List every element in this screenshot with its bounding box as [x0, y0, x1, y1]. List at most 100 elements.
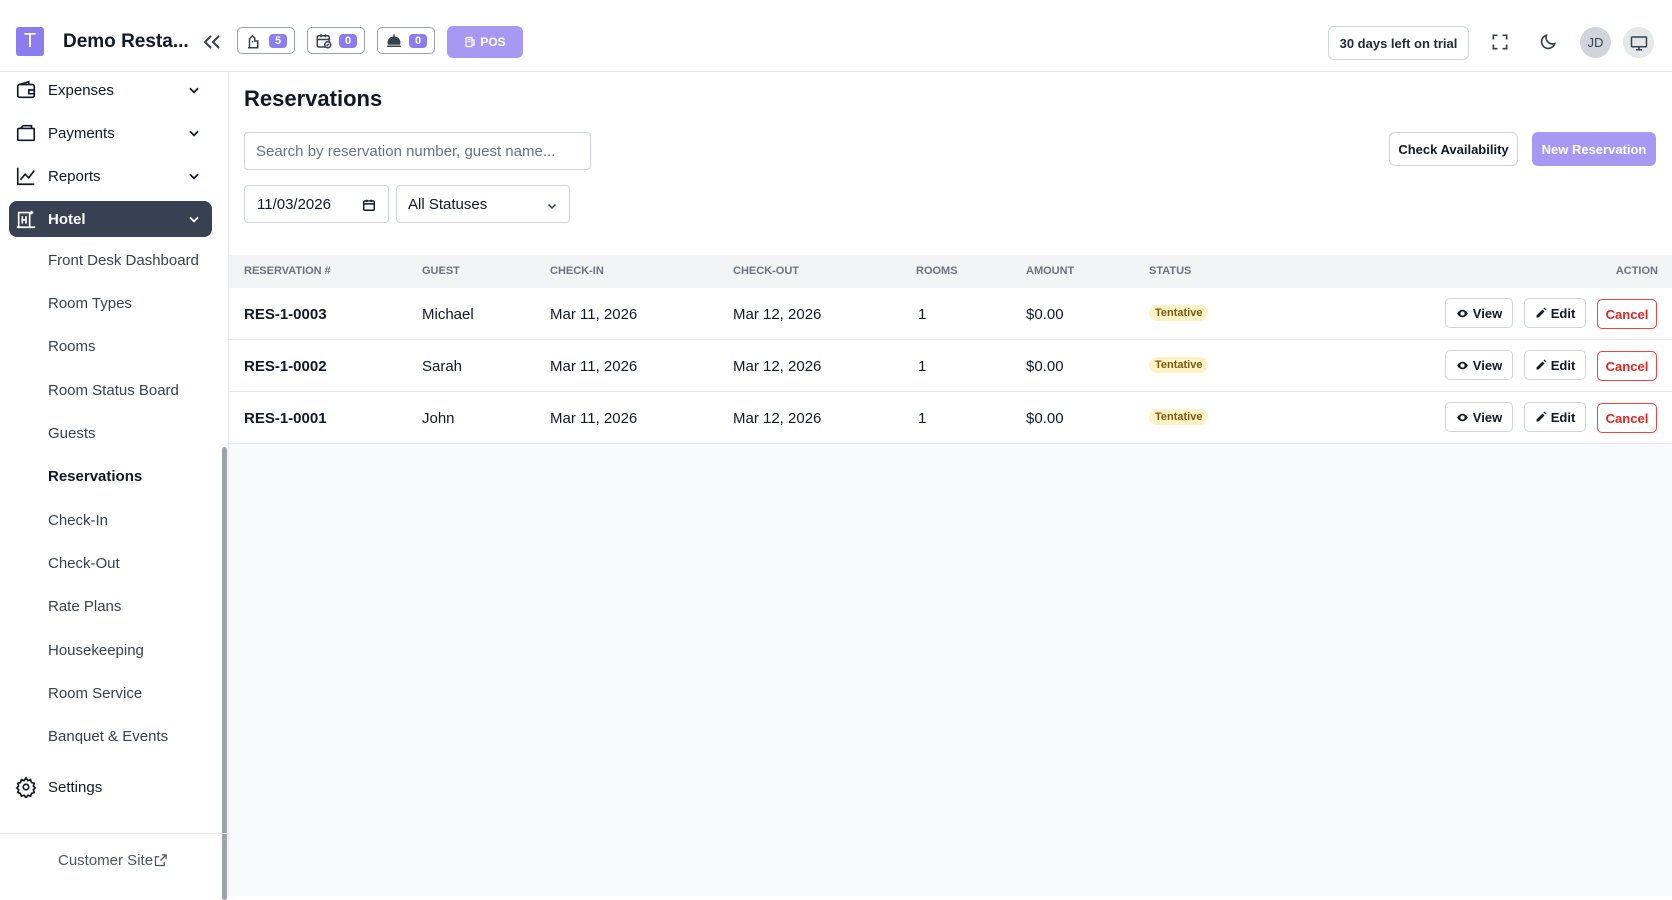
- wallet-icon: [16, 80, 36, 99]
- view-button[interactable]: View: [1445, 402, 1513, 432]
- sidebar-subitem-guests[interactable]: Guests: [48, 425, 96, 442]
- chevron-down-icon: [189, 216, 199, 223]
- sidebar-item-reports[interactable]: Reports: [9, 158, 212, 194]
- eye-icon: [1456, 309, 1468, 317]
- sidebar-subitem-room-service[interactable]: Room Service: [48, 685, 142, 702]
- view-label: View: [1472, 357, 1503, 373]
- column-header[interactable]: AMOUNT: [1026, 265, 1074, 277]
- room-service-chip[interactable]: 0: [377, 27, 435, 54]
- column-header[interactable]: GUEST: [422, 265, 460, 277]
- sidebar-subitem-reservations[interactable]: Reservations: [48, 468, 142, 485]
- pencil-icon: [1536, 359, 1547, 370]
- collapse-sidebar-icon[interactable]: [200, 30, 224, 54]
- edit-button[interactable]: Edit: [1524, 402, 1586, 432]
- check-out-date: Mar 12, 2026: [733, 306, 822, 323]
- table-row[interactable]: RES-1-0002 Sarah Mar 11, 2026 Mar 12, 20…: [229, 340, 1672, 392]
- sidebar-item-expenses[interactable]: Expenses: [9, 72, 212, 108]
- view-button[interactable]: View: [1445, 350, 1513, 380]
- table-row[interactable]: RES-1-0003 Michael Mar 11, 2026 Mar 12, …: [229, 288, 1672, 340]
- trial-badge[interactable]: 30 days left on trial: [1328, 26, 1469, 60]
- monitor-icon: [1630, 35, 1647, 50]
- status-badge: Tentative: [1149, 357, 1209, 373]
- top-bar: T Demo Resta... 5 0 0 POS 30 days left o…: [0, 0, 1672, 72]
- sidebar-item-label: Hotel: [48, 210, 86, 228]
- cancel-button[interactable]: Cancel: [1597, 403, 1657, 433]
- edit-label: Edit: [1550, 409, 1576, 425]
- guest-name: Sarah: [422, 358, 463, 375]
- hotel-icon: [16, 210, 36, 229]
- view-button[interactable]: View: [1445, 298, 1513, 328]
- check-in-date: Mar 11, 2026: [550, 306, 638, 323]
- chevron-down-icon: [189, 87, 199, 94]
- column-header: ACTION: [1615, 265, 1658, 277]
- sidebar-subitem-room-status-board[interactable]: Room Status Board: [48, 382, 179, 399]
- reservations-chip[interactable]: 0: [307, 27, 365, 54]
- amount: $0.00: [1026, 306, 1064, 323]
- eye-icon: [1456, 361, 1468, 369]
- page-title: Reservations: [244, 86, 383, 111]
- rooms-count: 1: [918, 358, 927, 375]
- sidebar: Expenses Payments Reports Hotel Front De…: [0, 72, 229, 900]
- rooms-count: 1: [918, 410, 927, 427]
- search-input[interactable]: Search by reservation number, guest name…: [244, 132, 591, 170]
- cancel-button[interactable]: Cancel: [1597, 299, 1657, 329]
- sidebar-subitem-room-types[interactable]: Room Types: [48, 295, 132, 312]
- check-out-date: Mar 12, 2026: [733, 410, 822, 427]
- sidebar-subitem-front-desk-dashboard[interactable]: Front Desk Dashboard: [48, 252, 199, 269]
- toolbar-area: Reservations Search by reservation numbe…: [229, 72, 1672, 255]
- sidebar-subitem-check-out[interactable]: Check-Out: [48, 555, 120, 572]
- display-mode-button[interactable]: [1623, 27, 1654, 58]
- sidebar-item-label: Settings: [48, 778, 103, 796]
- reservations-count: 0: [339, 33, 357, 48]
- edit-label: Edit: [1550, 357, 1576, 373]
- status-filter-value: All Statuses: [408, 195, 488, 213]
- sidebar-subitem-rooms[interactable]: Rooms: [48, 338, 96, 355]
- sidebar-subitem-banquet-events[interactable]: Banquet & Events: [48, 728, 168, 745]
- column-header[interactable]: RESERVATION #: [244, 265, 331, 277]
- column-header[interactable]: STATUS: [1149, 265, 1191, 277]
- pos-button[interactable]: POS: [447, 26, 523, 58]
- chart-line-icon: [16, 167, 35, 186]
- sidebar-item-payments[interactable]: Payments: [9, 115, 212, 151]
- sidebar-subitem-rate-plans[interactable]: Rate Plans: [48, 598, 121, 615]
- edit-button[interactable]: Edit: [1524, 350, 1586, 380]
- reservation-number: RES-1-0003: [244, 306, 327, 323]
- amount: $0.00: [1026, 410, 1064, 427]
- calendar-icon[interactable]: [362, 198, 376, 212]
- check-in-date: Mar 11, 2026: [550, 358, 638, 375]
- main-content: Reservations Search by reservation numbe…: [229, 72, 1672, 896]
- eye-icon: [1456, 413, 1468, 421]
- edit-button[interactable]: Edit: [1524, 298, 1586, 328]
- amount: $0.00: [1026, 358, 1064, 375]
- check-availability-button[interactable]: Check Availability: [1389, 132, 1518, 166]
- user-avatar[interactable]: JD: [1580, 27, 1611, 58]
- new-reservation-button[interactable]: New Reservation: [1532, 132, 1656, 166]
- sidebar-item-label: Payments: [48, 124, 115, 142]
- edit-label: Edit: [1550, 305, 1576, 321]
- food-cover-icon: [387, 33, 401, 47]
- date-filter-input[interactable]: 11/03/2026: [244, 185, 389, 223]
- waiter-orders-count: 5: [269, 33, 287, 48]
- status-filter-select[interactable]: All Statuses: [396, 185, 570, 223]
- sidebar-item-hotel[interactable]: Hotel: [9, 201, 212, 237]
- pencil-icon: [1536, 307, 1547, 318]
- payments-icon: [16, 124, 36, 142]
- column-header[interactable]: ROOMS: [916, 265, 958, 277]
- sidebar-subitem-housekeeping[interactable]: Housekeeping: [48, 642, 144, 659]
- table-header: RESERVATION # GUEST CHECK-IN CHECK-OUT R…: [229, 255, 1672, 288]
- fullscreen-icon[interactable]: [1490, 32, 1510, 52]
- brand-logo[interactable]: T: [16, 27, 44, 56]
- guest-name: John: [422, 410, 455, 427]
- sidebar-item-settings[interactable]: Settings: [9, 769, 212, 805]
- column-header[interactable]: CHECK-IN: [550, 265, 604, 277]
- cancel-button[interactable]: Cancel: [1597, 351, 1657, 381]
- sidebar-subitem-check-in[interactable]: Check-In: [48, 512, 108, 529]
- dark-mode-moon-icon[interactable]: [1538, 32, 1558, 52]
- status-badge: Tentative: [1149, 409, 1209, 425]
- table-row[interactable]: RES-1-0001 John Mar 11, 2026 Mar 12, 202…: [229, 392, 1672, 444]
- check-out-date: Mar 12, 2026: [733, 358, 822, 375]
- customer-site-link[interactable]: Customer Site: [0, 833, 229, 896]
- pencil-icon: [1536, 411, 1547, 422]
- waiter-orders-chip[interactable]: 5: [237, 27, 295, 54]
- column-header[interactable]: CHECK-OUT: [733, 265, 799, 277]
